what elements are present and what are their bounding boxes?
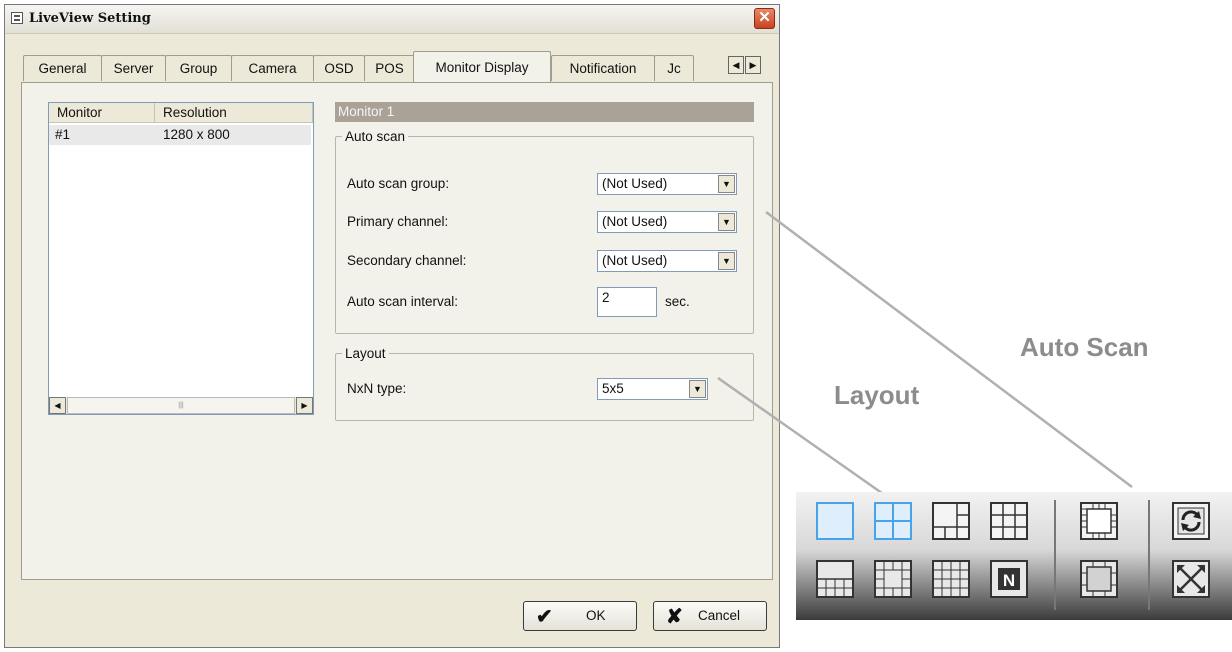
single-view-icon[interactable] [816, 502, 854, 540]
nine-view-icon[interactable] [990, 502, 1028, 540]
tab-monitor-display[interactable]: Monitor Display [413, 51, 551, 82]
ten-view-icon[interactable] [816, 560, 854, 598]
auto-scan-callout-label: Auto Scan [1020, 332, 1149, 362]
toolbar-separator [1148, 500, 1150, 610]
toolbar-separator [1054, 500, 1056, 610]
nxn-layout-icon[interactable]: N [990, 560, 1028, 598]
full-screen-grid-icon[interactable] [1080, 560, 1118, 598]
full-grid-icon[interactable] [1080, 502, 1118, 540]
thirteen-view-icon[interactable] [874, 560, 912, 598]
full-screen-icon[interactable] [1172, 560, 1210, 598]
six-view-icon[interactable] [932, 502, 970, 540]
sixteen-view-icon[interactable] [932, 560, 970, 598]
liveview-toolbar: N [796, 492, 1232, 620]
auto-scan-icon[interactable] [1172, 502, 1210, 540]
quad-view-icon[interactable] [874, 502, 912, 540]
layout-callout-label: Layout [834, 380, 920, 410]
nxn-glyph: N [1003, 571, 1015, 590]
